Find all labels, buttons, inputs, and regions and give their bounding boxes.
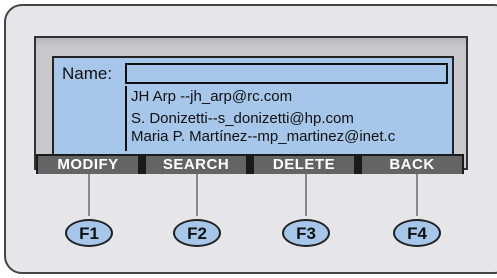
- connector-line: [196, 174, 198, 216]
- name-label: Name:: [62, 64, 113, 83]
- connector-line: [416, 174, 418, 216]
- name-input[interactable]: [125, 63, 448, 84]
- f2-key[interactable]: F2: [173, 219, 221, 247]
- connector-line: [88, 174, 90, 216]
- softkey-back[interactable]: BACK: [362, 156, 462, 174]
- f1-key[interactable]: F1: [65, 219, 113, 247]
- results-list: JH Arp --jh_arp@rc.com S. Donizetti--s_d…: [125, 86, 448, 151]
- result-item[interactable]: S. Donizetti--s_donizetti@hp.com: [131, 110, 354, 128]
- softkey-search[interactable]: SEARCH: [146, 156, 246, 174]
- result-item[interactable]: JH Arp --jh_arp@rc.com: [131, 88, 292, 106]
- connector-line: [305, 174, 307, 216]
- f4-key[interactable]: F4: [393, 219, 441, 247]
- bezel-shade: [36, 38, 466, 48]
- softkey-delete[interactable]: DELETE: [254, 156, 354, 174]
- softkey-modify[interactable]: MODIFY: [38, 156, 138, 174]
- result-item[interactable]: Maria P. Martínez--mp_martinez@inet.c: [131, 128, 395, 146]
- f3-key[interactable]: F3: [282, 219, 330, 247]
